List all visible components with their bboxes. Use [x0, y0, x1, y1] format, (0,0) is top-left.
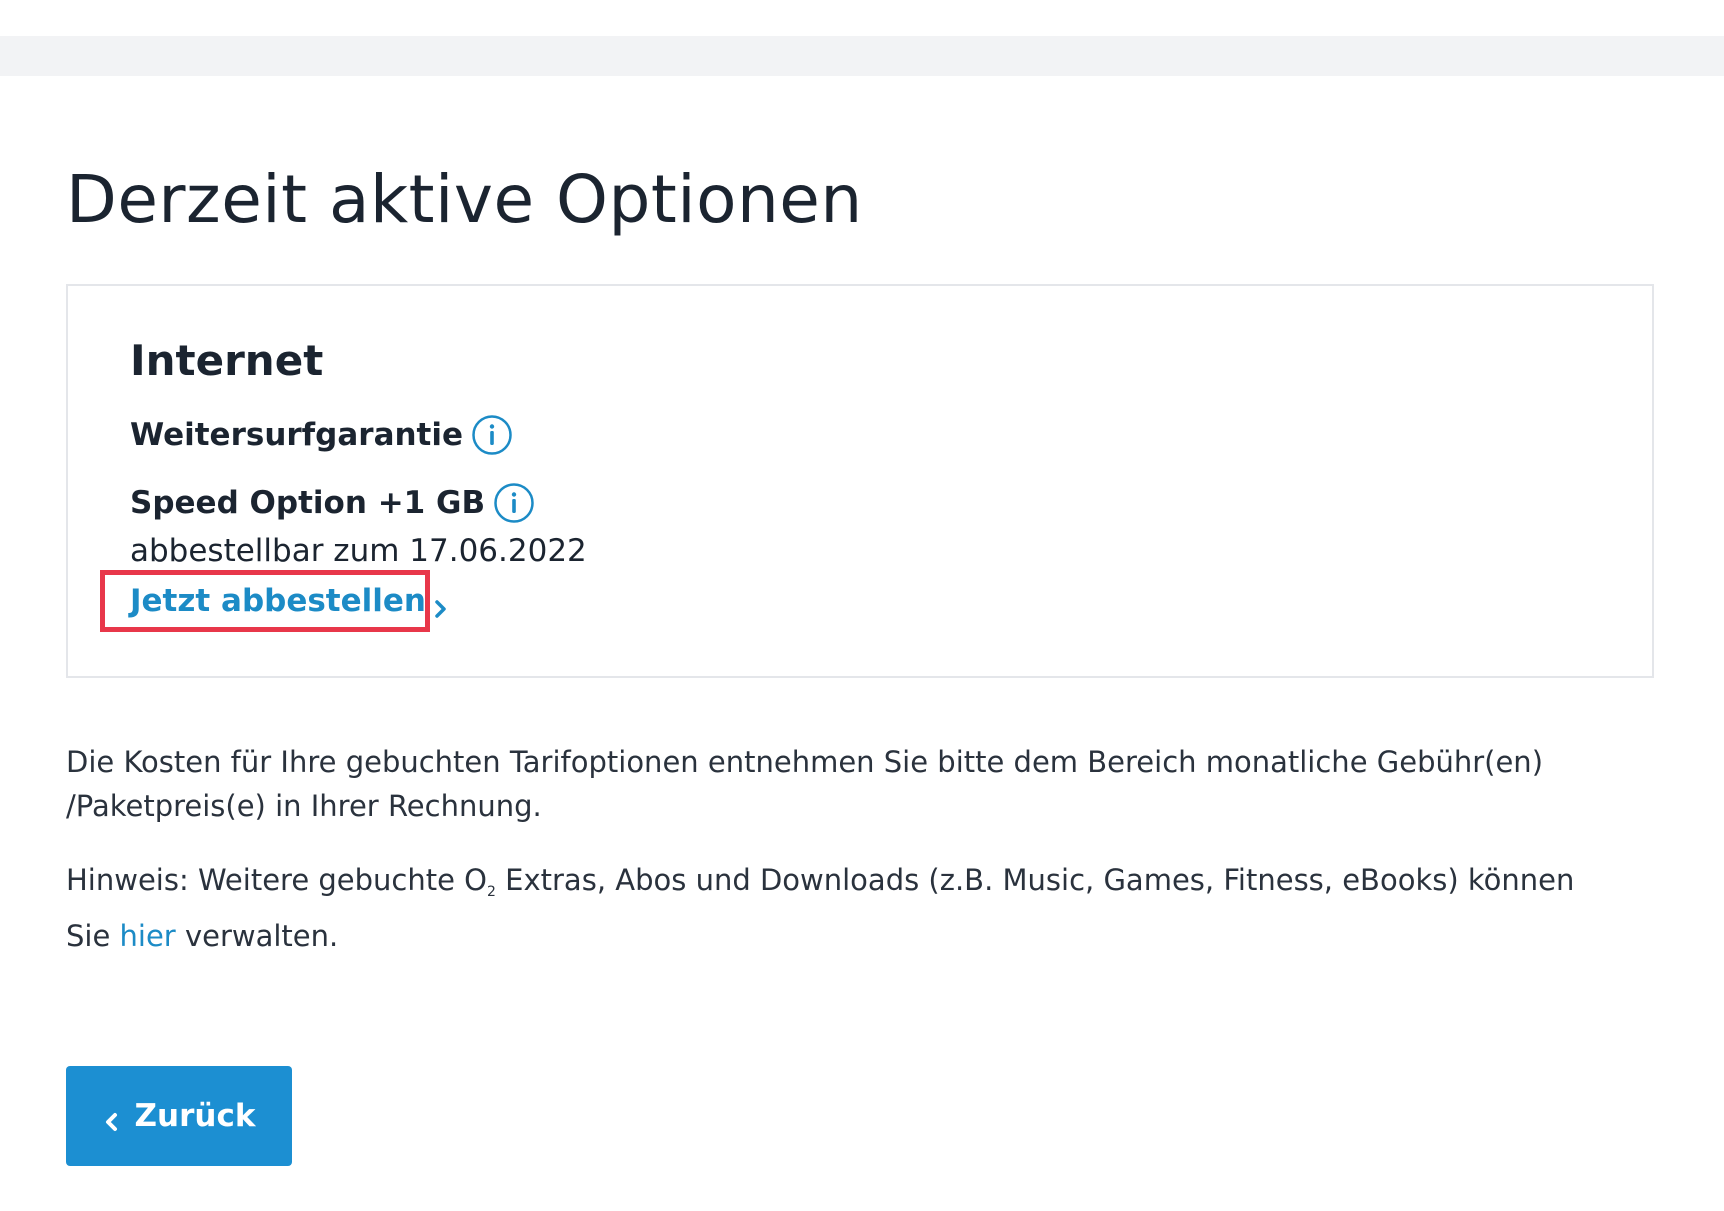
hint-prefix: Hinweis: Weitere gebuchte O — [66, 863, 488, 897]
hint-text: Hinweis: Weitere gebuchte O2 Extras, Abo… — [66, 858, 1626, 958]
chevron-left-icon — [103, 1105, 119, 1131]
back-button[interactable]: Zurück — [66, 1066, 292, 1166]
info-icon[interactable] — [471, 414, 513, 456]
info-icon[interactable] — [493, 482, 535, 524]
option-weitersurfgarantie: Weitersurfgarantie — [130, 414, 513, 456]
cancellation-date-note: abbestellbar zum 17.06.2022 — [130, 533, 587, 569]
option-name: Speed Option +1 GB — [130, 485, 486, 521]
costs-info-text: Die Kosten für Ihre gebuchten Tarifoptio… — [66, 745, 1544, 823]
option-name: Weitersurfgarantie — [130, 417, 464, 453]
top-bar — [0, 36, 1724, 76]
page-title: Derzeit aktive Optionen — [66, 161, 863, 238]
hint-subscript: 2 — [487, 884, 496, 900]
options-card: Internet Weitersurfgarantie Speed Option… — [66, 284, 1654, 678]
chevron-right-icon — [434, 591, 448, 618]
manage-extras-link[interactable]: hier — [120, 919, 176, 953]
card-heading: Internet — [130, 336, 324, 385]
hint-suffix: verwalten. — [175, 919, 339, 953]
option-speed-option: Speed Option +1 GB — [130, 482, 535, 524]
back-button-label: Zurück — [134, 1098, 256, 1134]
cancel-now-label: Jetzt abbestellen — [130, 583, 426, 619]
cancel-now-link[interactable]: Jetzt abbestellen — [100, 570, 446, 632]
